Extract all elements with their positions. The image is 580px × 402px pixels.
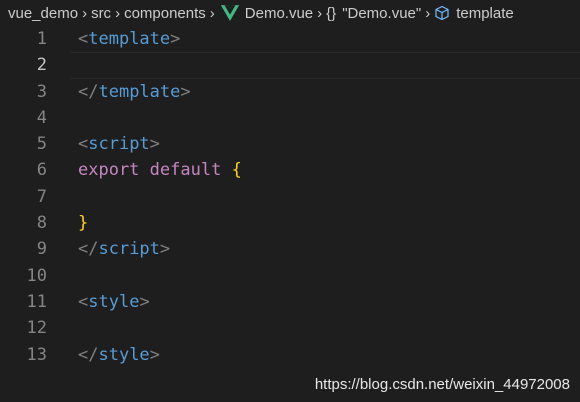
code-text[interactable]: </template>	[78, 79, 191, 105]
code-line[interactable]: 2	[0, 52, 580, 79]
code-line[interactable]: 4	[0, 105, 580, 131]
chevron-right-icon: ›	[82, 4, 88, 22]
line-number: 5	[36, 134, 47, 155]
code-text[interactable]: }	[78, 210, 88, 236]
cube-icon	[435, 5, 449, 21]
breadcrumb-item-template[interactable]: template	[434, 5, 514, 22]
line-number: 4	[36, 107, 47, 128]
code-line[interactable]: 13 </style>	[0, 342, 580, 368]
breadcrumb-module-label: "Demo.vue"	[342, 4, 422, 22]
code-line[interactable]: 7	[0, 184, 580, 210]
line-number: 2	[36, 55, 47, 76]
code-line[interactable]: 9 </script>	[0, 236, 580, 262]
line-number: 7	[36, 186, 47, 207]
code-token: template	[88, 29, 171, 49]
breadcrumb-item-components[interactable]: components	[124, 5, 206, 22]
code-line[interactable]: 5 <script>	[0, 131, 580, 157]
code-token: </	[78, 344, 99, 365]
breadcrumb-item-module[interactable]: {} "Demo.vue"	[326, 5, 421, 22]
breadcrumb-item-project[interactable]: vue_demo	[8, 5, 78, 22]
code-token: >	[149, 134, 160, 155]
watermark: https://blog.csdn.net/weixin_44972008	[314, 376, 570, 393]
code-text[interactable]: </script>	[78, 236, 170, 262]
chevron-right-icon: ›	[425, 4, 431, 22]
code-line[interactable]: 12	[0, 315, 580, 341]
code-editor[interactable]: 1 <template> 2 3 </template> 4 5 <script> 6 expor…	[0, 26, 580, 402]
code-line[interactable]: 3 </template>	[0, 79, 580, 105]
line-number: 12	[26, 318, 47, 339]
breadcrumb: vue_demo › src › components › Demo.vue ›…	[0, 0, 580, 26]
code-token: style	[98, 344, 150, 365]
code-line[interactable]: 11 <style>	[0, 289, 580, 315]
code-line[interactable]: 1 <template>	[0, 26, 580, 52]
line-number: 11	[26, 291, 47, 312]
code-token: >	[180, 81, 191, 102]
code-token: </	[78, 81, 99, 102]
code-text[interactable]: <script>	[78, 131, 160, 157]
code-line[interactable]: 8}	[0, 210, 580, 236]
chevron-right-icon: ›	[209, 4, 215, 22]
line-number: 13	[26, 344, 47, 365]
code-token: <	[78, 29, 89, 49]
line-number: 8	[36, 213, 47, 234]
chevron-right-icon: ›	[317, 4, 323, 22]
breadcrumb-template-label: template	[456, 4, 514, 22]
code-text[interactable]: <style>	[78, 289, 150, 315]
code-token: script	[88, 134, 150, 155]
code-line[interactable]: 6 export default {	[0, 157, 580, 183]
code-token: style	[88, 291, 140, 312]
code-token: }	[78, 213, 89, 234]
breadcrumb-item-src[interactable]: src	[91, 5, 111, 22]
code-token: <	[78, 291, 89, 312]
code-token: script	[98, 239, 160, 260]
code-token: template	[98, 81, 181, 102]
line-number: 6	[36, 160, 47, 181]
line-number: 3	[36, 81, 47, 102]
braces-icon: {}	[326, 4, 337, 22]
code-token: >	[149, 344, 160, 365]
vue-file-icon	[220, 5, 239, 21]
code-token: >	[159, 239, 171, 260]
line-number: 10	[26, 265, 47, 286]
code-token: >	[170, 29, 181, 49]
code-token: </	[78, 239, 99, 260]
code-text[interactable]: </style>	[78, 342, 160, 368]
line-number: 1	[36, 29, 47, 49]
code-token: {	[231, 160, 242, 181]
code-token: default	[149, 160, 222, 181]
code-text[interactable]: <template>	[78, 26, 180, 52]
code-token: export	[78, 160, 140, 181]
code-token: <	[78, 134, 89, 155]
breadcrumb-item-file[interactable]: Demo.vue	[219, 5, 313, 22]
code-text[interactable]: export default {	[78, 157, 242, 183]
breadcrumb-file-label: Demo.vue	[244, 4, 314, 22]
line-number: 9	[36, 239, 47, 260]
code-line[interactable]: 10	[0, 263, 580, 289]
chevron-right-icon: ›	[115, 4, 121, 22]
code-token: >	[139, 291, 150, 312]
